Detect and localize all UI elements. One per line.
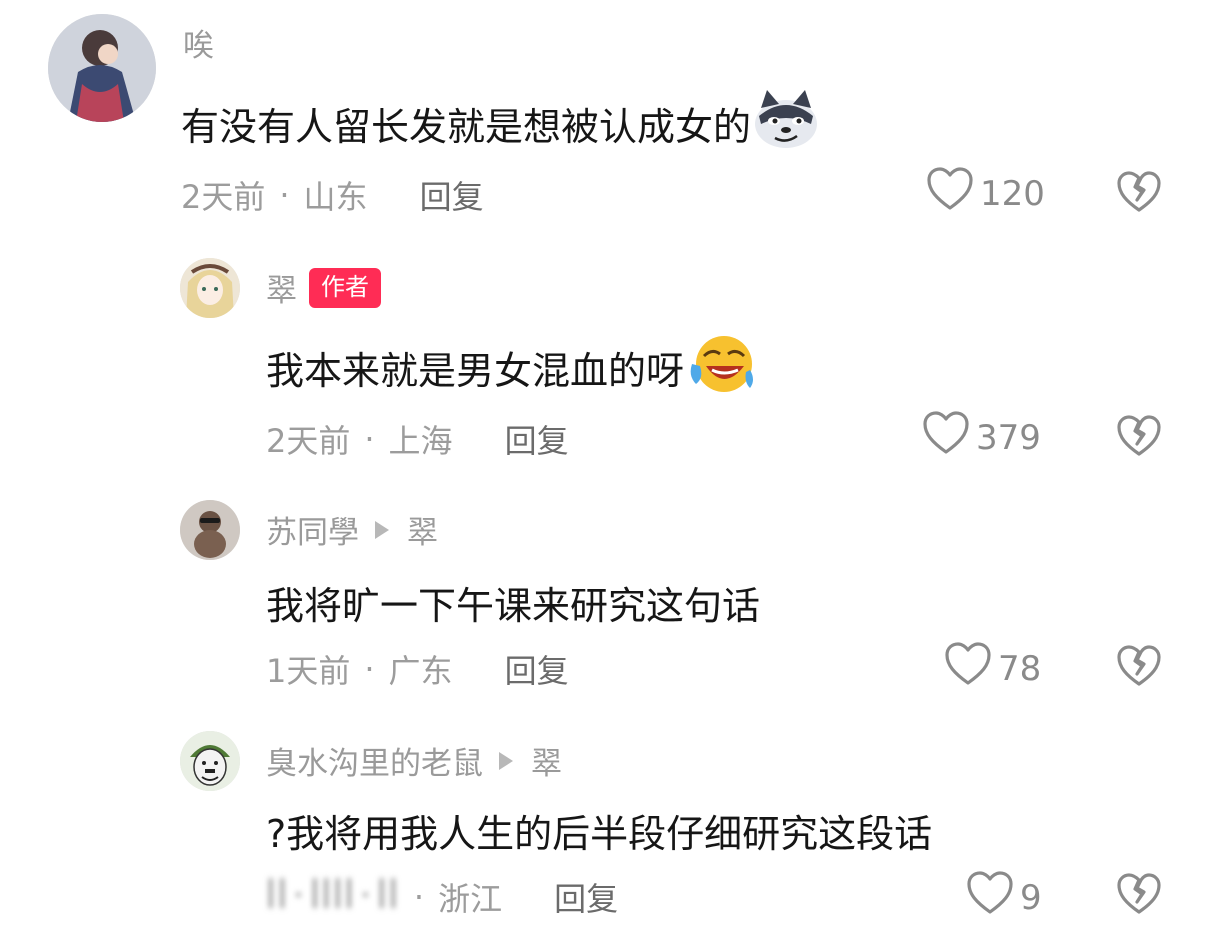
author-badge: 作者 bbox=[309, 267, 381, 308]
username-text[interactable]: 翠 bbox=[266, 265, 297, 310]
broken-heart-icon[interactable] bbox=[1116, 415, 1162, 462]
reply-button[interactable]: 回复 bbox=[420, 172, 484, 218]
reply-button[interactable]: 回复 bbox=[505, 416, 569, 462]
heart-outline-icon[interactable] bbox=[926, 166, 974, 221]
time: 1天前 bbox=[266, 652, 351, 690]
separator-dot: · bbox=[364, 650, 375, 688]
avatar[interactable] bbox=[180, 500, 240, 560]
separator-dot: · bbox=[364, 420, 375, 458]
dislike-button[interactable] bbox=[1116, 170, 1162, 218]
heart-outline-icon[interactable] bbox=[966, 870, 1014, 925]
comment-meta: 2天前 · 山东 回复 bbox=[181, 172, 484, 218]
comment-meta: ꟾꟾ᛫ꟾꟾꟾꟾ᛫ꟾꟾ · 浙江 回复 bbox=[266, 874, 618, 920]
time: 2天前 bbox=[266, 422, 351, 460]
location: 广东 bbox=[388, 652, 453, 690]
like-count: 78 bbox=[998, 648, 1042, 689]
avatar[interactable] bbox=[180, 258, 240, 318]
separator-dot: · bbox=[413, 878, 425, 916]
reply-target[interactable]: 翠 bbox=[407, 507, 438, 552]
comment-text-body: 我将旷一下午课来研究这句话 bbox=[266, 584, 761, 628]
avatar[interactable] bbox=[180, 731, 240, 791]
like-button[interactable]: 78 bbox=[944, 641, 1041, 696]
username-text[interactable]: 唉 bbox=[183, 20, 214, 65]
username-text[interactable]: 臭水沟里的老鼠 bbox=[266, 738, 483, 783]
wolf-grin-emoji-icon bbox=[753, 88, 819, 159]
broken-heart-icon[interactable] bbox=[1116, 645, 1162, 692]
comment-text-body: 我本来就是男女混血的呀 bbox=[266, 349, 685, 393]
location: 浙江 bbox=[438, 880, 503, 918]
like-count: 120 bbox=[980, 173, 1045, 214]
comment-text-body: ?我将用我人生的后半段仔细研究这段话 bbox=[266, 812, 933, 856]
like-button[interactable]: 9 bbox=[966, 870, 1042, 925]
reply-button[interactable]: 回复 bbox=[505, 646, 569, 692]
username[interactable]: 翠 作者 bbox=[266, 265, 381, 310]
comment-meta: 2天前 · 上海 回复 bbox=[266, 416, 569, 462]
comment-text: 有没有人留长发就是想被认成女的 bbox=[181, 88, 819, 159]
like-count: 379 bbox=[976, 417, 1041, 458]
reply-arrow-icon bbox=[499, 751, 513, 770]
dislike-button[interactable] bbox=[1116, 644, 1162, 692]
separator-dot: · bbox=[279, 176, 290, 214]
time-obscured: ꟾꟾ᛫ꟾꟾꟾꟾ᛫ꟾꟾ bbox=[266, 878, 400, 916]
laugh-cry-emoji-icon bbox=[686, 330, 756, 405]
comment-meta: 1天前 · 广东 回复 bbox=[266, 646, 569, 692]
reply-target[interactable]: 翠 bbox=[531, 738, 562, 783]
username[interactable]: 唉 bbox=[183, 20, 214, 65]
like-count: 9 bbox=[1020, 877, 1042, 918]
comment-text: 我将旷一下午课来研究这句话 bbox=[266, 575, 760, 630]
reply-arrow-icon bbox=[375, 520, 389, 539]
reply-button[interactable]: 回复 bbox=[554, 874, 618, 920]
avatar[interactable] bbox=[48, 14, 156, 122]
dislike-button[interactable] bbox=[1116, 414, 1162, 462]
heart-outline-icon[interactable] bbox=[944, 641, 992, 696]
comment-text: 我本来就是男女混血的呀 bbox=[266, 330, 756, 405]
time: 2天前 bbox=[181, 178, 266, 216]
comment-text: ?我将用我人生的后半段仔细研究这段话 bbox=[266, 803, 932, 858]
broken-heart-icon[interactable] bbox=[1116, 171, 1162, 218]
username[interactable]: 臭水沟里的老鼠 翠 bbox=[266, 738, 562, 783]
username[interactable]: 苏同學 翠 bbox=[266, 507, 438, 552]
location: 上海 bbox=[388, 422, 453, 460]
heart-outline-icon[interactable] bbox=[922, 410, 970, 465]
username-text[interactable]: 苏同學 bbox=[266, 507, 359, 552]
comment-text-body: 有没有人留长发就是想被认成女的 bbox=[181, 105, 752, 149]
like-button[interactable]: 120 bbox=[926, 166, 1045, 221]
broken-heart-icon[interactable] bbox=[1116, 873, 1162, 920]
location: 山东 bbox=[303, 178, 368, 216]
dislike-button[interactable] bbox=[1116, 872, 1162, 920]
like-button[interactable]: 379 bbox=[922, 410, 1041, 465]
